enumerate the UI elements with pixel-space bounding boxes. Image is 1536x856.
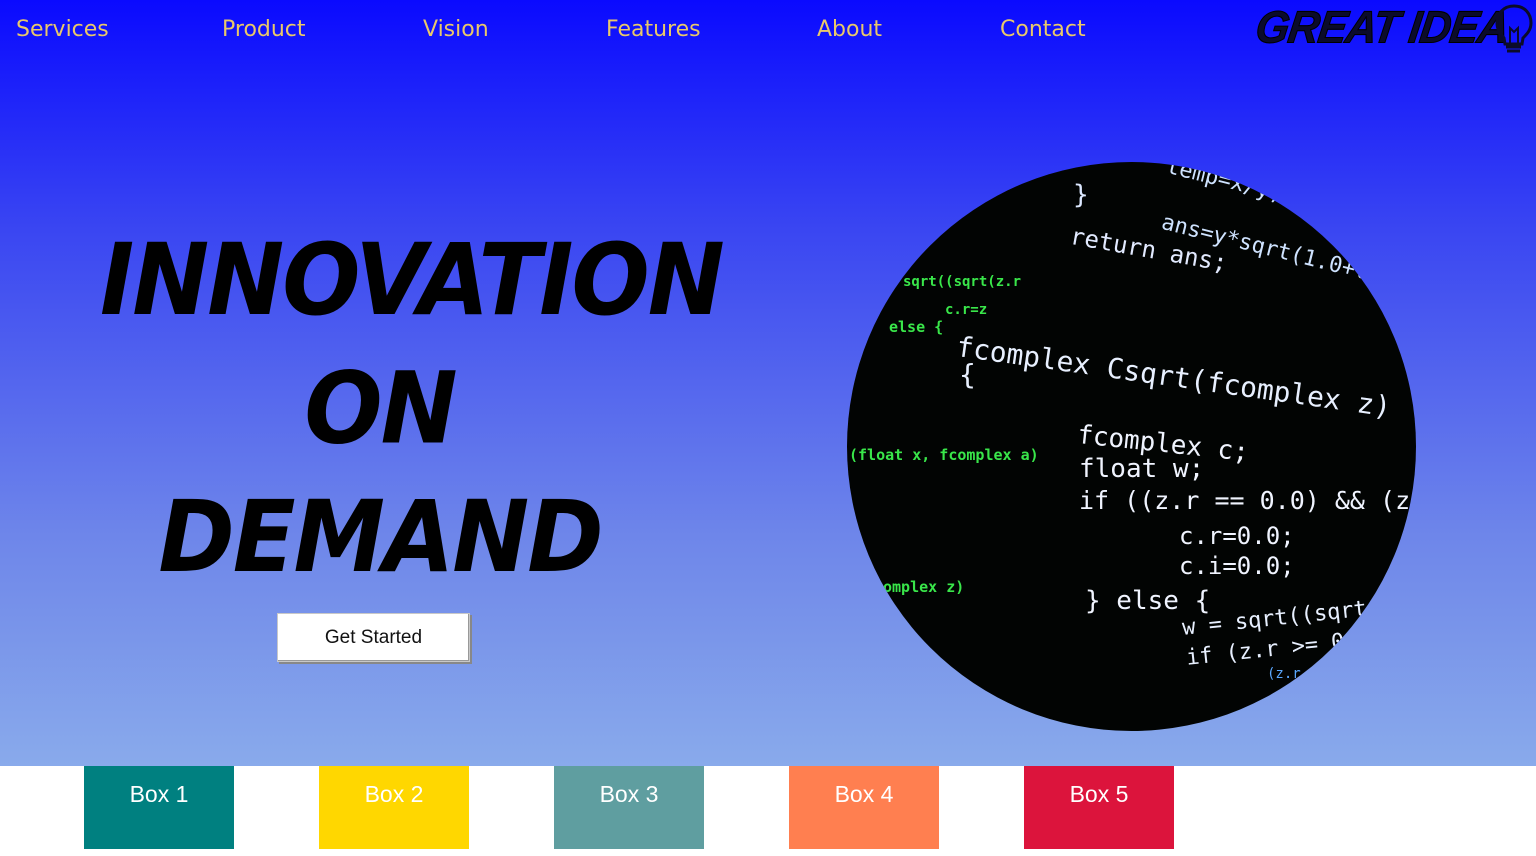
nav-link-about[interactable]: About (817, 14, 882, 46)
headline-line-2: ON (304, 350, 457, 467)
logo[interactable]: GREAT IDEA (1252, 2, 1536, 54)
code-line: c.i=0.0; (1179, 552, 1295, 580)
nav-link-contact[interactable]: Contact (1000, 14, 1086, 46)
nav-link-vision[interactable]: Vision (423, 14, 489, 46)
nav-link-services[interactable]: Services (16, 14, 109, 46)
nav-link-features[interactable]: Features (606, 14, 701, 46)
nav-link-product[interactable]: Product (222, 14, 306, 46)
get-started-button[interactable]: Get Started (277, 613, 470, 662)
color-boxes: Box 1 Box 2 Box 3 Box 4 Box 5 (0, 766, 1536, 856)
code-line: if ((z.r == 0.0) && (z.i == 0.0)) (1079, 486, 1416, 515)
code-line: } else { (1085, 586, 1211, 616)
headline-line-1: INNOVATION (100, 222, 725, 338)
box-3: Box 3 (554, 766, 704, 849)
box-5: Box 5 (1024, 766, 1174, 849)
code-line: sqrt((sqrt(z.r (903, 274, 1022, 290)
hero-section: Services Product Vision Features About C… (0, 0, 1536, 766)
code-line: (float x, fcomplex a) (849, 446, 1039, 464)
hero-headline: INNOVATION ON DEMAND (100, 216, 725, 602)
box-4: Box 4 (789, 766, 939, 849)
code-line: fcomplex Csqrt(fcomplex z) (954, 330, 1394, 424)
box-2: Box 2 (319, 766, 469, 849)
code-line: omplex z) (883, 578, 965, 596)
code-line: c.r=z (945, 302, 988, 318)
lightbulb-icon (1495, 4, 1533, 53)
code-line: c.r=0.0; (1179, 522, 1295, 550)
code-line: temp=x/y; (1163, 162, 1286, 208)
code-image: temp=x/y; } ans=y*sqrt(1.0+temp*te retur… (847, 162, 1416, 731)
code-line: float w; (1079, 454, 1205, 484)
logo-text: GREAT IDEA (1252, 2, 1512, 54)
box-1: Box 1 (84, 766, 234, 849)
code-line: else { (889, 318, 944, 336)
code-line: } (1073, 180, 1089, 210)
code-line: (z.r >= 0.0) (1267, 666, 1369, 682)
headline-line-3: DEMAND (158, 479, 603, 595)
code-line: { (959, 358, 976, 391)
